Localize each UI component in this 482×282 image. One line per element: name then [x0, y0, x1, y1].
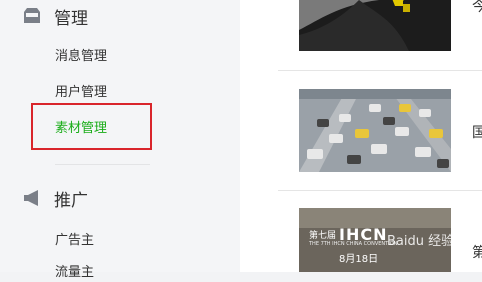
row-title-1[interactable]: 今: [472, 0, 482, 16]
sidebar-item-publisher[interactable]: 流量主: [55, 264, 94, 282]
content-list: 第七届 IHCN THE 7TH IHCN CHINA CONVENTION 8…: [240, 0, 482, 272]
sidebar-item-users[interactable]: 用户管理: [55, 84, 107, 102]
thumbnail-1[interactable]: [299, 0, 451, 51]
section-management[interactable]: 管理: [22, 4, 88, 29]
row-title-2[interactable]: 国: [472, 122, 482, 142]
section-promotion[interactable]: 推广: [22, 186, 88, 211]
thumbnail-3[interactable]: 第七届 IHCN THE 7TH IHCN CHINA CONVENTION 8…: [299, 208, 451, 272]
sidebar: 管理 消息管理 用户管理 素材管理 推广 广告主 流量主: [0, 0, 240, 280]
section-title-promotion: 推广: [54, 190, 88, 211]
row-divider: [278, 190, 482, 191]
sidebar-divider: [55, 164, 150, 165]
thumbnail-2[interactable]: [299, 89, 451, 172]
highlight-box: [31, 103, 152, 150]
banner-tagline: THE 7TH IHCN CHINA CONVENTION: [309, 241, 398, 247]
megaphone-icon: [22, 188, 42, 208]
inbox-icon: [22, 6, 42, 26]
sidebar-item-messages[interactable]: 消息管理: [55, 48, 107, 66]
banner-subtitle: 第七届: [309, 231, 337, 241]
row-title-3[interactable]: 第: [472, 242, 482, 262]
watermark: Baidu 经验: [387, 234, 451, 249]
banner-date: 8月18日: [339, 254, 379, 265]
section-title-management: 管理: [54, 8, 88, 29]
row-divider: [278, 70, 482, 71]
sidebar-item-advertiser[interactable]: 广告主: [55, 232, 94, 250]
